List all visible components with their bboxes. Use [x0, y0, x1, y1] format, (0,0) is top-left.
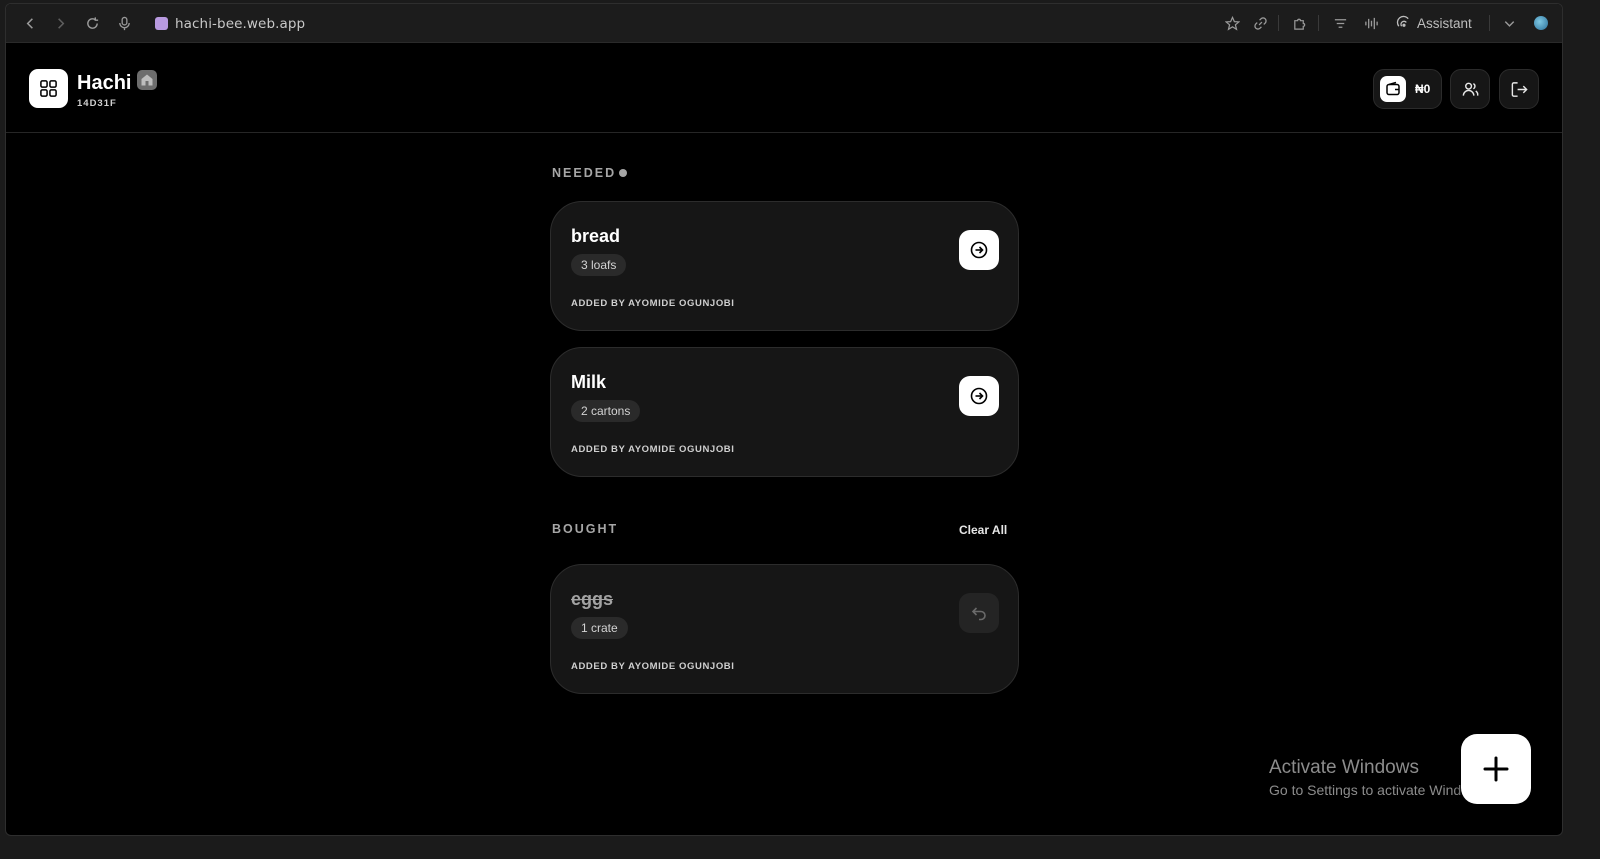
- undo-icon: [971, 607, 986, 621]
- browser-toolbar: hachi-bee.web.app Assistant: [6, 4, 1562, 43]
- menu-icon[interactable]: [1330, 13, 1350, 33]
- item-quantity-badge: 1 crate: [571, 617, 628, 639]
- add-item-button[interactable]: [1461, 734, 1531, 804]
- arrow-right-circle-icon: [970, 241, 988, 259]
- mic-icon[interactable]: [114, 13, 134, 33]
- item-name: Milk: [571, 372, 607, 392]
- members-button[interactable]: [1450, 69, 1490, 109]
- wallet-amount: ₦0: [1415, 82, 1431, 96]
- item-added-by: ADDED BY AYOMIDE OGUNJOBI: [571, 444, 735, 455]
- forward-icon[interactable]: [50, 13, 70, 33]
- item-quantity-badge: 3 loafs: [571, 254, 627, 276]
- logout-button[interactable]: [1499, 69, 1539, 109]
- profile-avatar[interactable]: [1534, 16, 1548, 30]
- app-logo[interactable]: [29, 69, 68, 108]
- arrow-right-circle-icon: [970, 387, 988, 405]
- toolbar-divider: [1489, 15, 1490, 31]
- assistant-label: Assistant: [1417, 15, 1472, 31]
- star-icon[interactable]: [1222, 13, 1242, 33]
- logout-icon: [1511, 81, 1528, 97]
- wallet-icon: [1380, 76, 1406, 102]
- audio-icon[interactable]: [1361, 13, 1381, 33]
- undo-bought-button[interactable]: [959, 593, 999, 633]
- back-icon[interactable]: [20, 13, 40, 33]
- item-added-by: ADDED BY AYOMIDE OGUNJOBI: [571, 298, 735, 309]
- item-name: bread: [571, 226, 621, 246]
- list-item: bread 3 loafs ADDED BY AYOMIDE OGUNJOBI: [550, 201, 1019, 331]
- item-quantity-badge: 2 cartons: [571, 400, 641, 422]
- household-icon: [137, 70, 157, 90]
- windows-watermark-title: Activate Windows: [1269, 757, 1419, 778]
- link-icon[interactable]: [1250, 13, 1270, 33]
- site-favicon: [155, 17, 168, 30]
- assistant-icon: [1396, 14, 1411, 32]
- reload-icon[interactable]: [82, 13, 102, 33]
- clear-all-button[interactable]: Clear All: [959, 523, 1007, 537]
- toolbar-divider: [1318, 15, 1319, 31]
- app-title: Hachi: [77, 72, 132, 94]
- users-icon: [1462, 82, 1478, 96]
- list-item: eggs 1 crate ADDED BY AYOMIDE OGUNJOBI: [550, 564, 1019, 694]
- item-name: eggs: [571, 589, 614, 609]
- windows-watermark-subtitle: Go to Settings to activate Windows.: [1269, 782, 1490, 798]
- list-item: Milk 2 cartons ADDED BY AYOMIDE OGUNJOBI: [550, 347, 1019, 477]
- needed-indicator-dot: [619, 169, 627, 177]
- app-header: Hachi 14D31F ₦0: [6, 43, 1562, 133]
- assistant-button[interactable]: Assistant: [1396, 13, 1472, 33]
- item-added-by: ADDED BY AYOMIDE OGUNJOBI: [571, 661, 735, 672]
- chevron-down-icon[interactable]: [1499, 13, 1519, 33]
- mark-bought-button[interactable]: [959, 376, 999, 416]
- grid-icon: [40, 80, 57, 97]
- plus-icon: [1483, 756, 1509, 782]
- toolbar-divider: [1278, 15, 1279, 31]
- address-bar-url[interactable]: hachi-bee.web.app: [175, 16, 305, 32]
- household-code: 14D31F: [77, 98, 117, 109]
- mark-bought-button[interactable]: [959, 230, 999, 270]
- needed-section-label: NEEDED: [552, 166, 617, 180]
- bought-section-label: BOUGHT: [552, 522, 619, 536]
- extension-icon[interactable]: [1289, 13, 1309, 33]
- wallet-button[interactable]: ₦0: [1373, 69, 1442, 109]
- browser-window: hachi-bee.web.app Assistant Hachi 14D31F…: [5, 3, 1563, 836]
